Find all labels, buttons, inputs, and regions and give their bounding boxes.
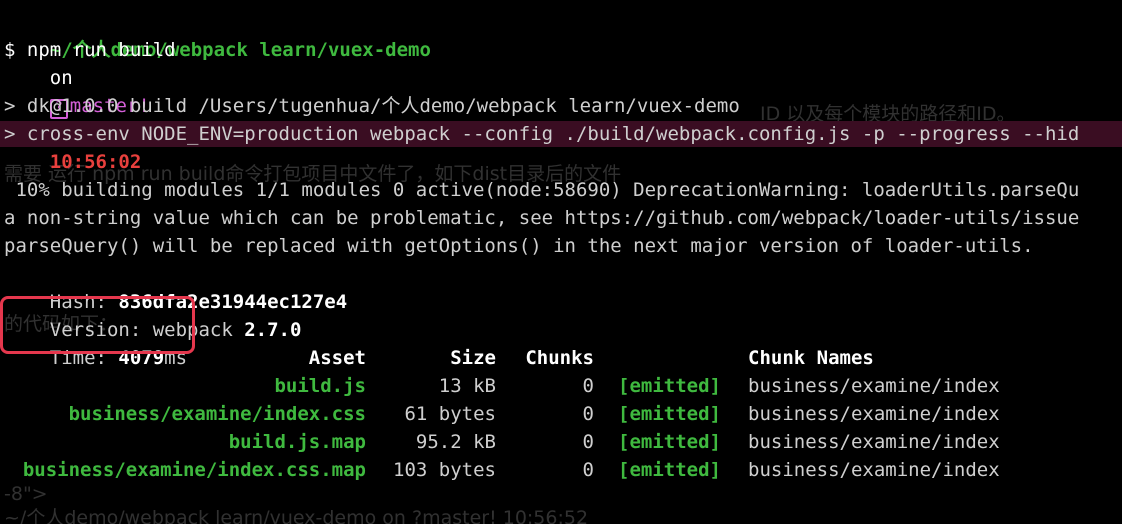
table-row-size: 61 bytes	[404, 403, 496, 425]
table-row-chunk-name: business/examine/index	[748, 459, 1000, 481]
header-chunk-names: Chunk Names	[748, 347, 874, 369]
table-row-size: 103 bytes	[393, 459, 496, 481]
progress-line-2: a non-string value which can be problema…	[4, 207, 1080, 229]
table-row-asset: business/examine/index.css.map	[22, 459, 366, 481]
table-row-asset: business/examine/index.css	[68, 403, 366, 425]
table-row-status: [emitted]	[618, 431, 721, 453]
script-echo-1: > dk@1.0.0 build /Users/tugenhua/个人demo/…	[4, 95, 740, 117]
table-row-chunk-name: business/examine/index	[748, 403, 1000, 425]
table-row-chunks: 0	[582, 403, 594, 425]
table-row-status: [emitted]	[618, 459, 721, 481]
table-row-size: 95.2 kB	[415, 431, 496, 453]
prompt-time: 10:56:02	[49, 151, 142, 173]
header-asset: Asset	[308, 347, 366, 369]
header-size: Size	[450, 347, 496, 369]
table-row-chunks: 0	[582, 459, 594, 481]
table-row-asset: build.js.map	[228, 431, 366, 453]
table-row-asset: build.js	[274, 375, 366, 397]
table-row-chunk-name: business/examine/index	[748, 375, 1000, 397]
progress-line-1: 10% building modules 1/1 modules 0 activ…	[4, 179, 1080, 201]
command-line: $ npm run build	[4, 39, 176, 61]
version-value: 2.7.0	[244, 319, 302, 341]
script-echo-2: > cross-env NODE_ENV=production webpack …	[4, 123, 1080, 145]
table-row-chunk-name: business/examine/index	[748, 431, 1000, 453]
table-row-chunks: 0	[582, 431, 594, 453]
shell-prompt: ~/个人demo/webpack learn/vuex-demo on ? mas…	[4, 8, 431, 173]
terminal-window[interactable]: ID 以及每个模块的路径和ID。 需要 运行 npm run build命令打包…	[0, 0, 1122, 524]
table-row-size: 13 kB	[438, 375, 496, 397]
ghost-text-5: ~/个人demo/webpack learn/vuex-demo on ?mas…	[4, 507, 589, 524]
hash-line: Hash: 836dfa2e31944ec127e4	[4, 260, 347, 313]
table-row-status: [emitted]	[618, 375, 721, 397]
header-chunks: Chunks	[525, 347, 594, 369]
progress-line-3: parseQuery() will be replaced with getOp…	[4, 235, 1034, 257]
table-row-chunks: 0	[582, 375, 594, 397]
table-row-status: [emitted]	[618, 403, 721, 425]
prompt-on: on	[49, 67, 73, 89]
